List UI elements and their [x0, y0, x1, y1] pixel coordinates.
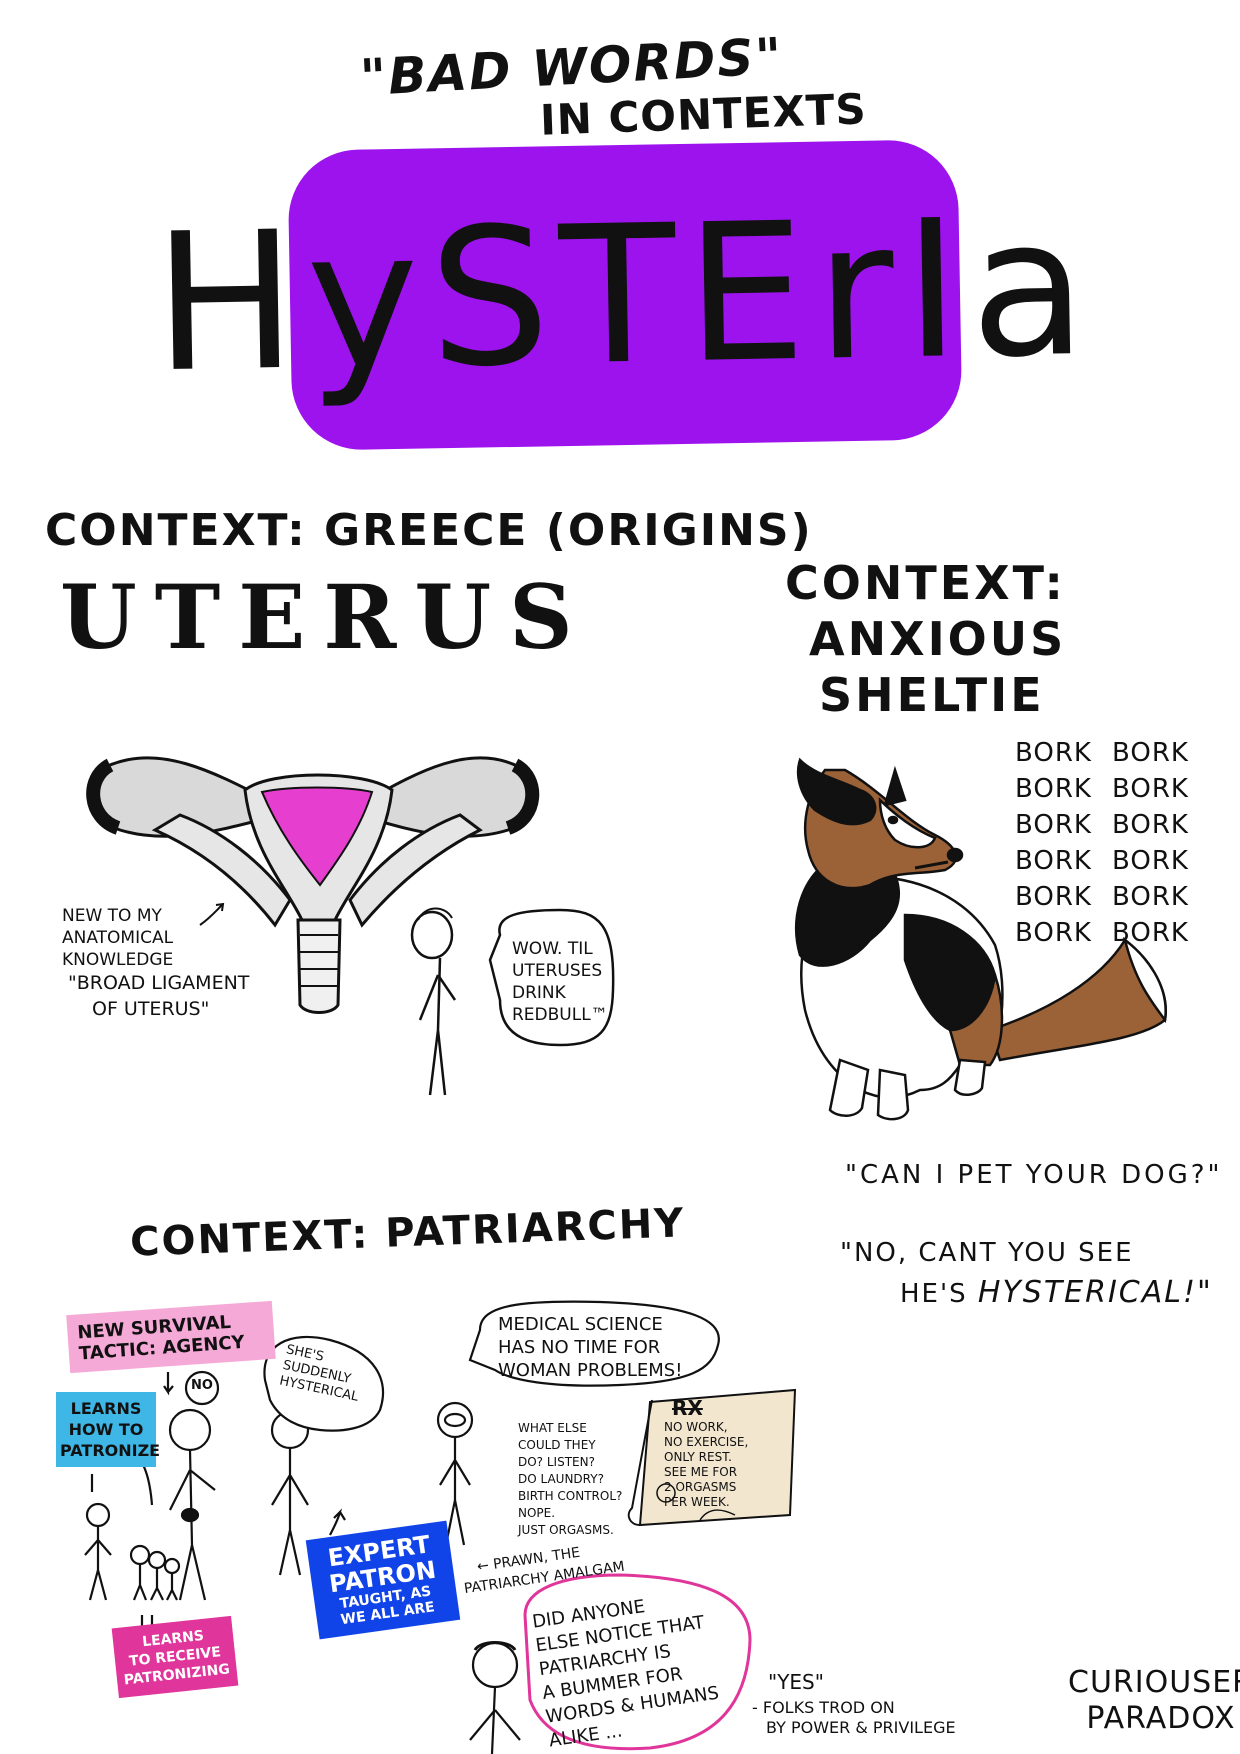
quote-hes-hysterical: HE'S HYSTERICAL!": [900, 1275, 1213, 1310]
bork-word: BORK: [1015, 918, 1092, 948]
attrib-line: - FOLKS TROD ON: [752, 1698, 895, 1717]
bork-row: BORK BORK: [1015, 915, 1189, 951]
tag-line: HOW TO: [68, 1420, 144, 1439]
bork-word: BORK: [1015, 810, 1092, 840]
attrib-line: BY POWER & PRIVILEGE: [766, 1718, 956, 1737]
bork-row: BORK BORK: [1015, 807, 1189, 843]
speech-til-text: WOW. TIL UTERUSES DRINK REDBULL™: [512, 938, 608, 1026]
bork-word: BORK: [1015, 738, 1092, 768]
bork-word: BORK: [1015, 846, 1092, 876]
quote-cant-you-see: "NO, CANT YOU SEE: [840, 1238, 1134, 1268]
quote-pet-dog: "CAN I PET YOUR DOG?": [845, 1160, 1223, 1190]
no-bubble-text: NO: [191, 1378, 213, 1393]
heading-line: SHELTIE: [819, 668, 1045, 722]
note-broad-ligament: "BROAD LIGAMENT OF UTERUS": [68, 970, 249, 1022]
rx-title: RX: [672, 1396, 703, 1420]
bork-word: BORK: [1015, 882, 1092, 912]
heading-line: CONTEXT:: [785, 556, 1066, 610]
note-line: KNOWLEDGE: [62, 950, 174, 970]
quote-attribution: - FOLKS TROD ON BY POWER & PRIVILEGE: [752, 1698, 956, 1738]
note-line: WHAT ELSE: [518, 1421, 587, 1435]
speech-line: HAS NO TIME FOR: [498, 1337, 661, 1358]
signature-line: PARADOX: [1086, 1701, 1236, 1736]
uterus-word: UTERUS: [60, 565, 591, 669]
bork-word: BORK: [1015, 774, 1092, 804]
bork-row: BORK BORK: [1015, 735, 1189, 771]
speech-bummer-text: DID ANYONE ELSE NOTICE THAT PATRIARCHY I…: [531, 1587, 724, 1754]
tag-line: LEARNS: [70, 1399, 142, 1418]
context-greece-heading: CONTEXT: GREECE (ORIGINS): [45, 505, 813, 556]
tag-line: PATRONIZE: [60, 1441, 161, 1460]
signature-line: CURIOUSER: [1068, 1665, 1240, 1700]
note-new-knowledge: NEW TO MY ANATOMICAL KNOWLEDGE: [62, 905, 173, 971]
speech-line: DRINK: [512, 983, 566, 1003]
quote-yes: "YES": [768, 1670, 824, 1694]
note-line: DO LAUNDRY?: [518, 1472, 604, 1486]
notes-what-else: WHAT ELSE COULD THEY DO? LISTEN? DO LAUN…: [518, 1420, 622, 1539]
rx-line: SEE ME FOR: [664, 1465, 738, 1479]
bork-word: BORK: [1111, 810, 1189, 840]
bork-row: BORK BORK: [1015, 771, 1189, 807]
bork-word: BORK: [1111, 846, 1189, 876]
context-sheltie-heading: CONTEXT: ANXIOUS SHELTIE: [785, 555, 1066, 723]
tag-learns-patronize: LEARNS HOW TO PATRONIZE: [56, 1392, 161, 1467]
hysteria-banner: HySTErIa: [152, 139, 1098, 451]
bork-word: BORK: [1111, 918, 1189, 948]
note-line: JUST ORGASMS.: [518, 1523, 614, 1537]
note-line: ANATOMICAL: [62, 928, 174, 948]
speech-line: UTERUSES: [512, 961, 603, 981]
speech-line: WOW. TIL: [512, 939, 593, 959]
tag-expert-patron: EXPERT PATRON TAUGHT, AS WE ALL ARE: [305, 1520, 461, 1640]
rx-line: 2 ORGASMS: [664, 1480, 737, 1494]
note-line: COULD THEY: [518, 1438, 596, 1452]
quote-prefix: HE'S: [900, 1279, 968, 1309]
speech-line: REDBULL™: [512, 1005, 608, 1025]
note-line: OF UTERUS": [92, 998, 210, 1020]
rx-line: PER WEEK.: [664, 1495, 730, 1509]
bork-row: BORK BORK: [1015, 843, 1189, 879]
note-line: BIRTH CONTROL?: [518, 1489, 623, 1503]
stick-figure-til: [410, 907, 457, 1096]
note-line: DO? LISTEN?: [518, 1455, 595, 1469]
bork-row: BORK BORK: [1015, 879, 1189, 915]
note-line: NEW TO MY: [62, 906, 162, 926]
heading-line: ANXIOUS: [809, 612, 1067, 666]
bork-word: BORK: [1111, 882, 1189, 912]
note-line: "BROAD LIGAMENT: [68, 972, 250, 994]
rx-line: NO EXERCISE,: [664, 1435, 749, 1449]
speech-line: MEDICAL SCIENCE: [498, 1314, 663, 1335]
banner-word: HySTErIa: [151, 176, 1099, 414]
tag-receive-patronizing: LEARNS TO RECEIVE PATRONIZING: [111, 1615, 239, 1699]
quote-emphasis: HYSTERICAL!": [977, 1275, 1213, 1310]
bork-word: BORK: [1111, 774, 1189, 804]
speech-line: WOMAN PROBLEMS!: [498, 1360, 683, 1381]
rx-line: ONLY REST.: [664, 1450, 732, 1464]
bork-list: BORK BORK BORK BORK BORK BORK BORK BORK BORK…: [1015, 735, 1189, 951]
bork-word: BORK: [1111, 738, 1189, 768]
rx-line: NO WORK,: [664, 1420, 728, 1434]
signature: CURIOUSER PARADOX: [1068, 1665, 1240, 1737]
rx-prescription: NO WORK, NO EXERCISE, ONLY REST. SEE ME …: [664, 1420, 748, 1510]
note-line: NOPE.: [518, 1506, 556, 1520]
speech-medical-text: MEDICAL SCIENCE HAS NO TIME FOR WOMAN PR…: [498, 1313, 682, 1382]
